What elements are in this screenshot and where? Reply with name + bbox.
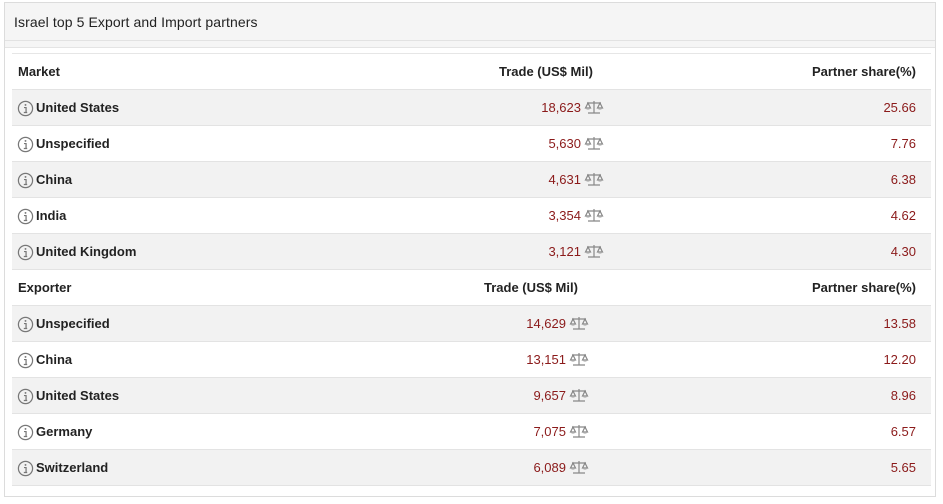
info-circle-icon[interactable] [17, 100, 34, 117]
trade-value-text: 18,623 [541, 100, 581, 115]
balance-scale-icon[interactable] [569, 315, 589, 331]
partner-name-label[interactable]: United Kingdom [36, 234, 136, 270]
trade-value-text: 3,354 [548, 208, 581, 223]
balance-scale-icon[interactable] [569, 351, 589, 367]
table-row: United States 18,623 25.66 [12, 90, 931, 126]
share-column-header: Partner share(%) [811, 280, 916, 295]
trade-value-text: 6,089 [533, 460, 566, 475]
trade-value-text: 14,629 [526, 316, 566, 331]
panel-title: Israel top 5 Export and Import partners [14, 14, 258, 30]
table-row: Switzerland 6,089 5.65 [12, 450, 931, 486]
share-value: 13.58 [883, 316, 916, 331]
partner-name: China [17, 342, 72, 378]
partners-panel: Israel top 5 Export and Import partners … [4, 2, 936, 497]
balance-scale-icon[interactable] [569, 459, 589, 475]
trade-value-text: 5,630 [548, 136, 581, 151]
balance-scale-icon[interactable] [584, 171, 604, 187]
table-row: Unspecified 5,630 7.76 [12, 126, 931, 162]
share-value: 8.96 [890, 388, 916, 403]
info-circle-icon[interactable] [17, 424, 34, 441]
balance-scale-icon[interactable] [569, 387, 589, 403]
trade-value: 9,657 [533, 378, 589, 414]
partner-name-label[interactable]: Unspecified [36, 126, 110, 162]
trade-value: 14,629 [526, 306, 589, 342]
table-row: United Kingdom 3,121 4.30 [12, 234, 931, 270]
trade-value: 6,089 [533, 450, 589, 486]
info-circle-icon[interactable] [17, 208, 34, 225]
trade-value-text: 4,631 [548, 172, 581, 187]
table-row: India 3,354 4.62 [12, 198, 931, 234]
partner-name-label[interactable]: United States [36, 378, 119, 414]
table-row: Unspecified 14,629 13.58 [12, 306, 931, 342]
trade-value-text: 13,151 [526, 352, 566, 367]
balance-scale-icon[interactable] [569, 423, 589, 439]
partner-name-label[interactable]: China [36, 162, 72, 198]
panel-header: Israel top 5 Export and Import partners [5, 3, 935, 41]
info-circle-icon[interactable] [17, 172, 34, 189]
trade-value: 3,354 [548, 198, 604, 234]
share-value: 6.38 [890, 172, 916, 187]
partner-name: United States [17, 378, 119, 414]
trade-value-text: 9,657 [533, 388, 566, 403]
partner-name: United States [17, 90, 119, 126]
info-circle-icon[interactable] [17, 352, 34, 369]
trade-column-header: Trade (US$ Mil) [484, 280, 578, 295]
trade-column-header: Trade (US$ Mil) [499, 64, 593, 79]
partner-name: China [17, 162, 72, 198]
partner-name: India [17, 198, 66, 234]
share-value: 7.76 [890, 136, 916, 151]
exporter-header-row: Exporter Trade (US$ Mil) Partner share(%… [12, 270, 931, 306]
info-circle-icon[interactable] [17, 244, 34, 261]
info-circle-icon[interactable] [17, 460, 34, 477]
trade-value: 4,631 [548, 162, 604, 198]
table-row: Germany 7,075 6.57 [12, 414, 931, 450]
partner-name: United Kingdom [17, 234, 136, 270]
partner-name: Unspecified [17, 306, 110, 342]
panel-separator [5, 41, 935, 48]
partner-name-label[interactable]: India [36, 198, 66, 234]
partner-name-label[interactable]: Unspecified [36, 306, 110, 342]
trade-value: 3,121 [548, 234, 604, 270]
trade-value-text: 3,121 [548, 244, 581, 259]
info-circle-icon[interactable] [17, 316, 34, 333]
balance-scale-icon[interactable] [584, 99, 604, 115]
share-value: 25.66 [883, 100, 916, 115]
partner-name: Germany [17, 414, 92, 450]
share-value: 4.62 [890, 208, 916, 223]
partner-name-label[interactable]: Germany [36, 414, 92, 450]
share-value: 6.57 [890, 424, 916, 439]
trade-value: 18,623 [541, 90, 604, 126]
trade-value: 7,075 [533, 414, 589, 450]
share-value: 12.20 [883, 352, 916, 367]
share-value: 4.30 [890, 244, 916, 259]
share-value: 5.65 [890, 460, 916, 475]
partner-name: Switzerland [17, 450, 108, 486]
balance-scale-icon[interactable] [584, 243, 604, 259]
partner-name-label[interactable]: China [36, 342, 72, 378]
market-column-header: Market [18, 64, 60, 79]
partner-name-label[interactable]: United States [36, 90, 119, 126]
market-header-row: Market Trade (US$ Mil) Partner share(%) [12, 54, 931, 90]
balance-scale-icon[interactable] [584, 135, 604, 151]
balance-scale-icon[interactable] [584, 207, 604, 223]
trade-value-text: 7,075 [533, 424, 566, 439]
partners-table: Market Trade (US$ Mil) Partner share(%) … [12, 53, 931, 486]
share-column-header: Partner share(%) [811, 64, 916, 79]
table-row: United States 9,657 8.96 [12, 378, 931, 414]
info-circle-icon[interactable] [17, 388, 34, 405]
info-circle-icon[interactable] [17, 136, 34, 153]
trade-value: 5,630 [548, 126, 604, 162]
table-row: China 4,631 6.38 [12, 162, 931, 198]
trade-value: 13,151 [526, 342, 589, 378]
exporter-column-header: Exporter [18, 280, 72, 295]
partner-name: Unspecified [17, 126, 110, 162]
table-row: China 13,151 12.20 [12, 342, 931, 378]
partner-name-label[interactable]: Switzerland [36, 450, 108, 486]
